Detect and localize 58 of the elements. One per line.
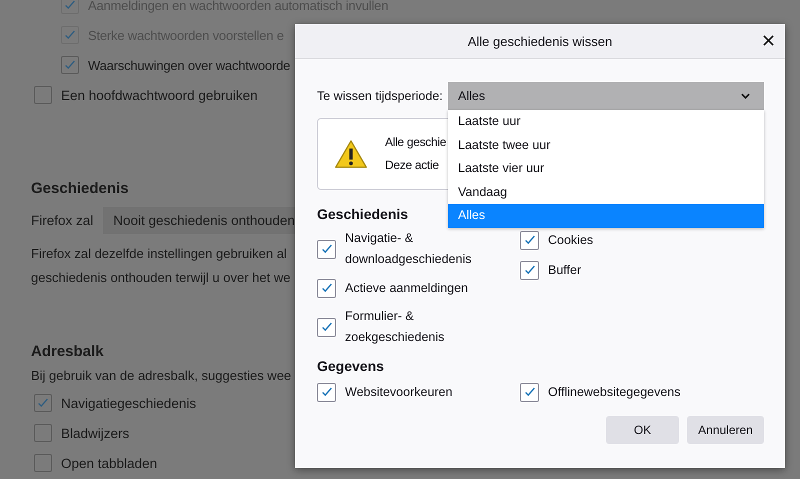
check-icon	[522, 385, 536, 399]
section-heading: Adresbalk	[31, 343, 104, 360]
checkbox[interactable]	[317, 318, 336, 336]
setting-label: Firefox zal	[31, 213, 94, 228]
checkbox[interactable]	[520, 230, 539, 250]
chevron-icon	[741, 93, 750, 99]
close-icon[interactable]	[763, 35, 774, 46]
checkbox[interactable]	[34, 424, 52, 442]
check-icon	[320, 385, 334, 399]
checkbox-label: Bladwijzers	[61, 426, 130, 440]
checkbox-label: Buffer	[548, 262, 582, 278]
checkbox-label: Open tabbladen	[61, 456, 158, 470]
checkbox[interactable]	[520, 260, 539, 280]
dropdown-option[interactable]: Laatste uur	[448, 110, 764, 134]
ok-button[interactable]: OK	[606, 416, 679, 444]
checkbox[interactable]	[34, 394, 52, 412]
dropdown-option[interactable]: Alles	[448, 204, 764, 228]
checkbox[interactable]	[317, 382, 336, 402]
check-icon	[63, 28, 77, 42]
dropdown-option[interactable]: Vandaag	[448, 180, 764, 204]
checkbox-label: Cookies	[548, 232, 594, 248]
description-text: geschiedenis onthouden terwijl u over het we	[31, 269, 290, 287]
checkbox[interactable]	[520, 382, 539, 402]
dropdown-option[interactable]: Laatste vier uur	[448, 157, 764, 180]
warning-icon	[334, 138, 368, 170]
check-icon	[36, 396, 50, 410]
checkbox-label: Offlinewebsitegegevens	[548, 384, 680, 401]
period-select[interactable]: Alles	[448, 82, 764, 110]
check-icon	[320, 281, 334, 295]
checkbox-label: Een hoofdwachtwoord gebruiken	[61, 88, 258, 102]
dropdown-option[interactable]: Laatste twee uur	[448, 134, 764, 157]
checkbox[interactable]	[317, 240, 336, 258]
checkbox-label: Actieve aanmeldingen	[345, 280, 468, 297]
section-heading: Geschiedenis	[31, 180, 129, 197]
warning-text: Deze actie	[385, 157, 439, 174]
check-icon	[63, 0, 77, 12]
checkbox[interactable]	[61, 56, 79, 74]
section-heading: Gegevens	[317, 358, 384, 374]
checkbox-label: Navigatie- & downloadgeschiedenis	[345, 230, 472, 268]
checkbox-label: Websitevoorkeuren	[345, 384, 452, 400]
checkbox-label: Formulier- & zoekgeschiedenis	[345, 308, 446, 346]
check-icon	[320, 320, 334, 334]
checkbox-label: Navigatiegeschiedenis	[61, 396, 196, 410]
period-label: Te wissen tijdsperiode:	[317, 89, 444, 103]
description-text: Bij gebruik van de adresbalk, suggesties wee	[31, 367, 292, 385]
warning-text: Alle geschie	[385, 134, 446, 151]
dialog-title: Alle geschiedenis wissen	[468, 34, 612, 48]
section-heading: Geschiedenis	[317, 206, 408, 222]
check-icon	[522, 233, 536, 247]
checkbox[interactable]	[34, 454, 52, 472]
checkbox-label: Waarschuwingen over wachtwoorde	[88, 58, 290, 72]
check-icon	[320, 242, 334, 256]
checkbox[interactable]	[34, 86, 52, 104]
description-text: Firefox zal dezelfde instellingen gebruiken al	[31, 245, 288, 263]
check-icon	[522, 263, 536, 277]
cancel-button[interactable]: Annuleren	[687, 416, 764, 444]
check-icon	[63, 58, 77, 72]
checkbox[interactable]	[317, 278, 336, 298]
